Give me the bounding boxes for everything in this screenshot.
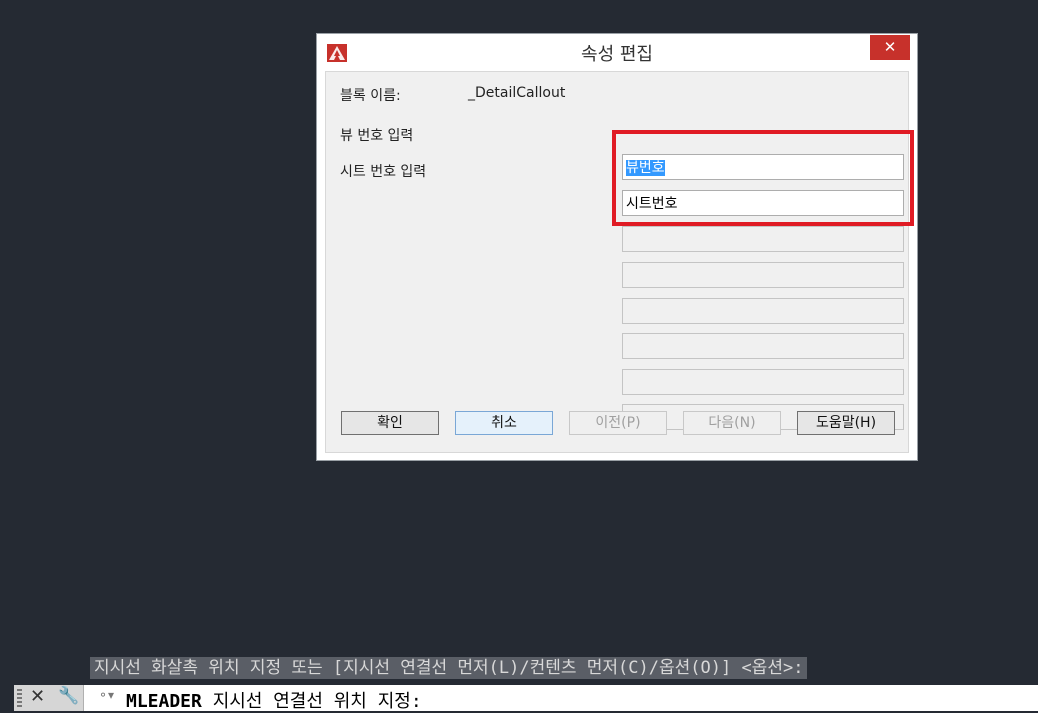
edit-attributes-dialog: 속성 편집 ✕ 블록 이름: _DetailCallout 뷰 번호 입력 뷰번…: [316, 33, 918, 461]
view-number-value: 뷰번호: [626, 160, 665, 176]
sheet-number-label: 시트 번호 입력: [340, 164, 427, 180]
recent-commands-icon[interactable]: ⚬▾: [98, 688, 114, 702]
sheet-number-input[interactable]: 시트번호: [622, 190, 904, 216]
command-history-line: 지시선 화살촉 위치 지정 또는 [지시선 연결선 먼저(L)/컨텐츠 먼저(C…: [90, 657, 808, 679]
block-name-label: 블록 이름:: [340, 88, 401, 104]
empty-attribute-field: [622, 262, 904, 288]
view-number-input[interactable]: 뷰번호: [622, 154, 904, 180]
command-input[interactable]: MLEADER 지시선 연결선 위치 지정:: [126, 687, 422, 713]
command-prompt: 지시선 연결선 위치 지정:: [212, 691, 422, 712]
empty-attribute-field: [622, 369, 904, 395]
next-button: 다음(N): [683, 411, 781, 435]
block-name-value: _DetailCallout: [468, 85, 566, 101]
command-keyword: MLEADER: [126, 691, 202, 712]
sheet-number-value: 시트번호: [626, 196, 678, 212]
command-line: ✕ 🔧 ⚬▾ MLEADER 지시선 연결선 위치 지정:: [14, 685, 1038, 713]
empty-attribute-field: [622, 298, 904, 324]
cancel-button[interactable]: 취소: [455, 411, 553, 435]
close-icon: ✕: [883, 38, 897, 56]
close-icon[interactable]: ✕: [30, 686, 45, 707]
ok-button[interactable]: 확인: [341, 411, 439, 435]
previous-button: 이전(P): [569, 411, 667, 435]
view-number-label: 뷰 번호 입력: [340, 128, 414, 144]
command-line-controls: ✕ 🔧: [14, 685, 84, 711]
dialog-title: 속성 편집: [581, 44, 653, 65]
close-button[interactable]: ✕: [870, 35, 910, 60]
empty-attribute-field: [622, 226, 904, 252]
grip-handle-icon[interactable]: [17, 689, 22, 707]
wrench-icon[interactable]: 🔧: [58, 686, 79, 706]
attribute-panel: 블록 이름: _DetailCallout 뷰 번호 입력 뷰번호 시트 번호 …: [325, 71, 914, 453]
dialog-titlebar[interactable]: 속성 편집 ✕: [317, 34, 917, 70]
help-button[interactable]: 도움말(H): [797, 411, 895, 435]
empty-attribute-field: [622, 333, 904, 359]
